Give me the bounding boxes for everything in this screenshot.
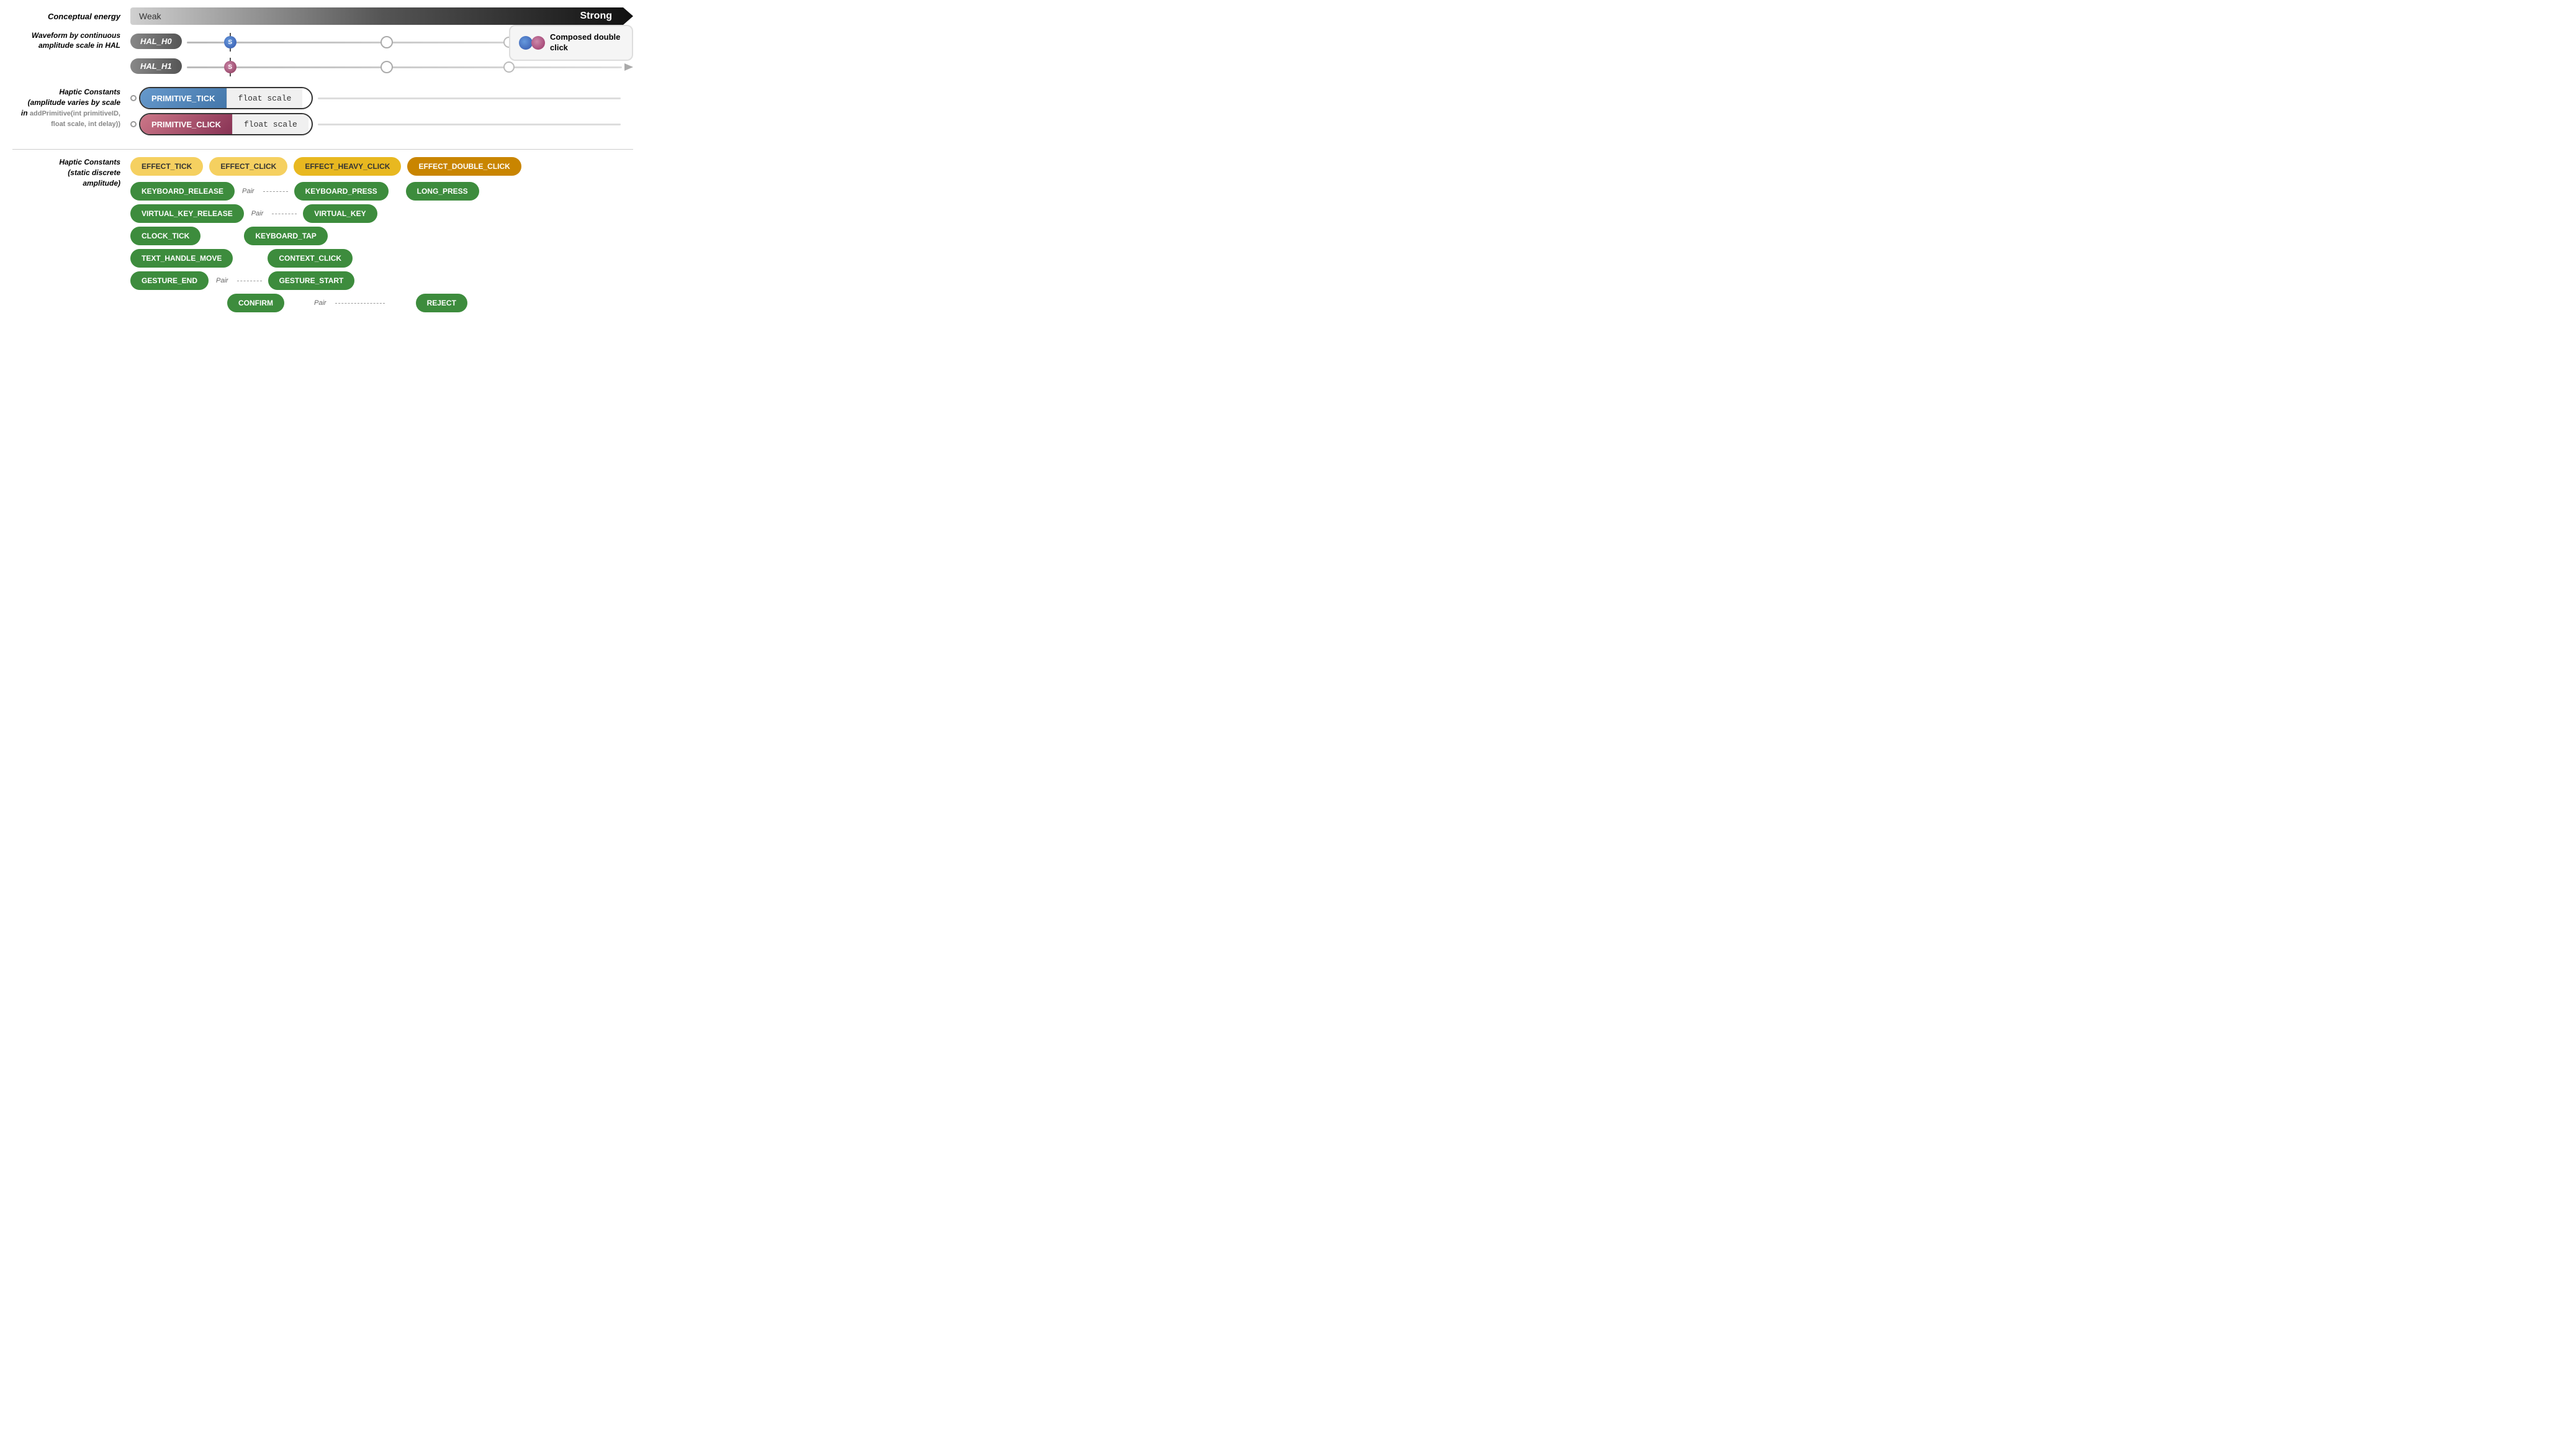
primitive-tick-param: float scale <box>227 88 303 108</box>
primitive-click-track[interactable] <box>318 124 621 125</box>
keyboard-press-pill[interactable]: KEYBOARD_PRESS <box>294 182 389 201</box>
hal-h0-start-dot[interactable]: S <box>224 36 236 48</box>
primitive-tick-track[interactable] <box>318 97 621 99</box>
dot-pink <box>531 36 545 50</box>
pill-selector-tick[interactable] <box>130 95 137 101</box>
effects-grid: EFFECT_TICK EFFECT_CLICK EFFECT_HEAVY_CL… <box>130 157 633 312</box>
energy-bar-container: Weak Strong <box>130 6 633 26</box>
hal-h1-mid-dot <box>381 61 393 73</box>
dot-blue <box>519 36 533 50</box>
haptic-constants-bottom-label: Haptic Constants (static discrete amplit… <box>12 157 130 188</box>
gesture-row: GESTURE_END Pair GESTURE_START <box>130 271 633 290</box>
gesture-end-pill[interactable]: GESTURE_END <box>130 271 209 290</box>
hal-h0-mid-dot <box>381 36 393 48</box>
confirm-pair-label: Pair <box>314 299 327 307</box>
composed-title: Composed double click <box>550 32 623 53</box>
clock-row: CLOCK_TICK KEYBOARD_TAP <box>130 227 633 245</box>
haptic-constants-top: Haptic Constants (amplitude varies by sc… <box>12 87 633 135</box>
divider <box>12 149 633 150</box>
energy-weak-label: Weak <box>139 11 161 21</box>
keyboard-release-pill[interactable]: KEYBOARD_RELEASE <box>130 182 235 201</box>
primitive-tick-name: PRIMITIVE_TICK <box>140 88 227 108</box>
energy-strong-label: Strong <box>580 11 612 22</box>
primitive-click-row: PRIMITIVE_CLICK float scale <box>130 113 633 135</box>
composed-dots <box>519 36 545 50</box>
effect-heavy-click-pill[interactable]: EFFECT_HEAVY_CLICK <box>294 157 401 176</box>
virtual-key-pill[interactable]: VIRTUAL_KEY <box>303 204 377 223</box>
keyboard-row: KEYBOARD_RELEASE Pair KEYBOARD_PRESS LON… <box>130 182 633 201</box>
long-press-pill[interactable]: LONG_PRESS <box>406 182 479 201</box>
virtual-key-release-pill[interactable]: VIRTUAL_KEY_RELEASE <box>130 204 244 223</box>
keyboard-tap-pill[interactable]: KEYBOARD_TAP <box>244 227 327 245</box>
confirm-pill[interactable]: CONFIRM <box>227 294 284 312</box>
waveform-label: Waveform by continuous amplitude scale i… <box>12 31 130 50</box>
text-handle-row: TEXT_HANDLE_MOVE CONTEXT_CLICK <box>130 249 633 268</box>
confirm-dotted-line <box>335 303 385 304</box>
effect-double-click-pill[interactable]: EFFECT_DOUBLE_CLICK <box>407 157 521 176</box>
haptic-pill-rows: PRIMITIVE_TICK float scale PRIMITIVE_CLI… <box>130 87 633 135</box>
hal-h1-start-dot[interactable]: S <box>224 61 236 73</box>
hal-h0-label: HAL_H0 <box>130 34 182 49</box>
energy-label: Conceptual energy <box>12 12 130 21</box>
virtual-key-pair-label: Pair <box>251 210 264 217</box>
primitive-click-pill: PRIMITIVE_CLICK float scale <box>139 113 313 135</box>
composed-double-click-box: Composed double click <box>509 25 633 61</box>
primitive-click-name: PRIMITIVE_CLICK <box>140 114 232 134</box>
context-click-pill[interactable]: CONTEXT_CLICK <box>268 249 353 268</box>
energy-bar: Weak Strong <box>130 7 633 25</box>
keyboard-pair-label: Pair <box>242 188 254 195</box>
primitive-tick-row: PRIMITIVE_TICK float scale <box>130 87 633 109</box>
virtual-key-row: VIRTUAL_KEY_RELEASE Pair VIRTUAL_KEY <box>130 204 633 223</box>
top-effects-row: EFFECT_TICK EFFECT_CLICK EFFECT_HEAVY_CL… <box>130 157 633 176</box>
reject-pill[interactable]: REJECT <box>416 294 467 312</box>
primitive-click-param: float scale <box>232 114 308 134</box>
hal-h1-far-dot <box>503 61 515 73</box>
text-handle-move-pill[interactable]: TEXT_HANDLE_MOVE <box>130 249 233 268</box>
pill-selector-click[interactable] <box>130 121 137 127</box>
effect-tick-pill[interactable]: EFFECT_TICK <box>130 157 203 176</box>
clock-tick-pill[interactable]: CLOCK_TICK <box>130 227 200 245</box>
hal-h1-label: HAL_H1 <box>130 58 182 74</box>
keyboard-dotted-line <box>263 191 288 192</box>
confirm-row: CONFIRM Pair REJECT <box>130 294 633 312</box>
bottom-section: Haptic Constants (static discrete amplit… <box>12 157 633 312</box>
gesture-start-pill[interactable]: GESTURE_START <box>268 271 355 290</box>
haptic-constants-top-label: Haptic Constants (amplitude varies by sc… <box>12 87 130 129</box>
effect-click-pill[interactable]: EFFECT_CLICK <box>209 157 287 176</box>
gesture-pair-label: Pair <box>216 277 228 284</box>
primitive-tick-pill: PRIMITIVE_TICK float scale <box>139 87 313 109</box>
